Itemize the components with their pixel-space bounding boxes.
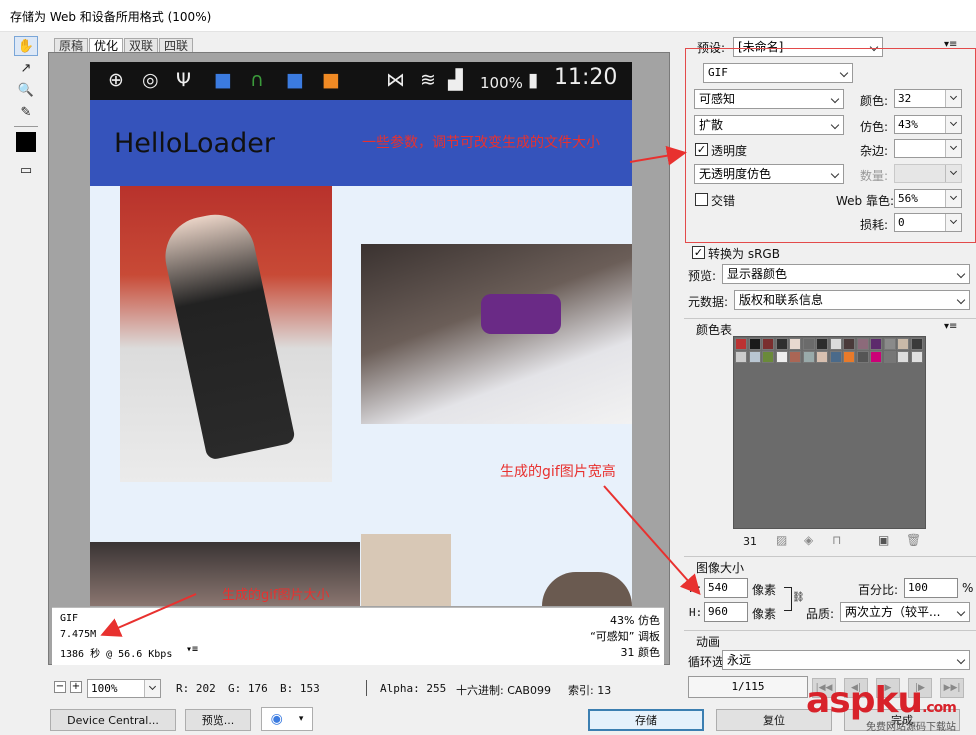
annotation-arrows (100, 145, 701, 637)
arrow-to-size (603, 485, 701, 595)
arrow-to-settings (629, 145, 687, 166)
watermark-logo: aspku.com (806, 680, 957, 721)
watermark-suffix: .com (922, 700, 957, 716)
watermark-tagline: 免费网站源码下载站 (866, 722, 956, 733)
watermark-brand: aspku (806, 680, 923, 721)
arrow-to-filesize (100, 593, 197, 637)
